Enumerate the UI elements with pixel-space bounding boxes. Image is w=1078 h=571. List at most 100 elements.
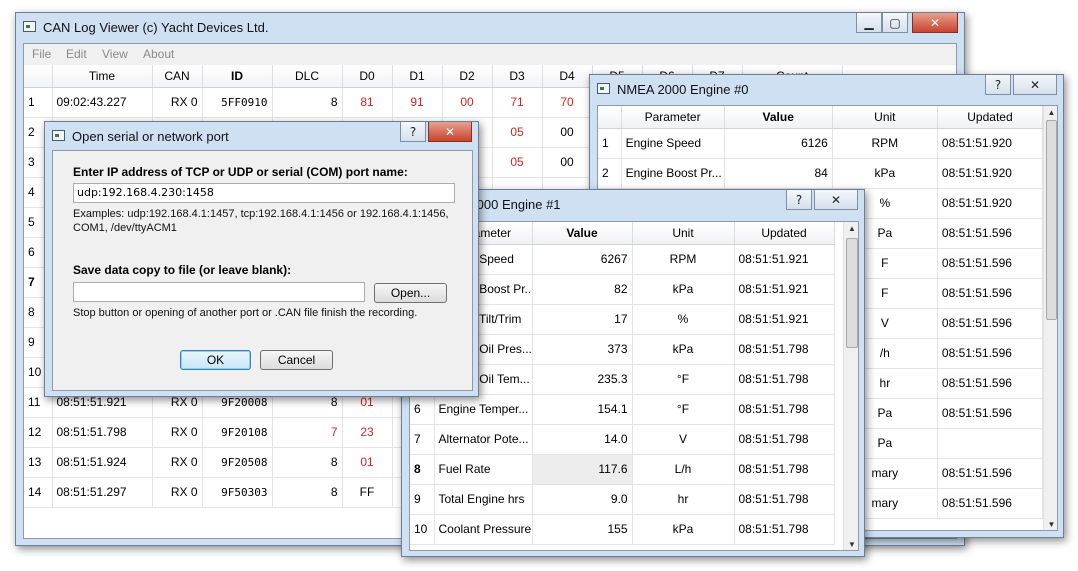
parameter-cell: Total Engine hrs: [434, 484, 533, 515]
unit-cell: %: [632, 304, 735, 335]
column-header[interactable]: Unit: [832, 106, 938, 129]
updated-cell: 08:51:51.596: [937, 338, 1044, 369]
id-cell: 9F20108: [202, 417, 273, 448]
engine1-scrollbar[interactable]: ▲ ▼: [843, 222, 858, 550]
scroll-up-icon[interactable]: ▲: [844, 222, 858, 236]
close-icon[interactable]: ✕: [428, 122, 472, 142]
column-header[interactable]: Updated: [734, 222, 835, 245]
column-header[interactable]: ID: [202, 65, 273, 88]
unit-cell: °F: [632, 364, 735, 395]
updated-cell: 08:51:51.596: [937, 458, 1044, 489]
updated-cell: [937, 428, 1044, 459]
menu-edit[interactable]: Edit: [66, 47, 87, 61]
unit-cell: kPa: [632, 274, 735, 305]
data-byte-cell: 23: [342, 417, 393, 448]
help-icon[interactable]: ?: [985, 75, 1011, 95]
updated-cell: 08:51:51.798: [734, 514, 835, 545]
column-header[interactable]: D3: [492, 65, 543, 88]
row-number: 1: [598, 128, 622, 159]
column-header[interactable]: CAN: [152, 65, 203, 88]
scroll-down-icon[interactable]: ▼: [1044, 518, 1057, 530]
can-cell: RX 0: [152, 87, 203, 118]
parameter-cell: Fuel Rate: [434, 454, 533, 485]
app-window-icon: [52, 130, 65, 141]
scroll-thumb[interactable]: [1046, 120, 1057, 320]
examples-text: Examples: udp:192.168.4.1:1457, tcp:192.…: [73, 208, 449, 234]
column-header[interactable]: D0: [342, 65, 393, 88]
address-input[interactable]: udp:192.168.4.230:1458: [73, 183, 455, 203]
maximize-icon[interactable]: ▢: [882, 13, 908, 33]
main-titlebar[interactable]: CAN Log Viewer (c) Yacht Devices Ltd. ▁ …: [16, 13, 964, 41]
unit-cell: kPa: [632, 514, 735, 545]
help-icon[interactable]: ?: [400, 122, 426, 142]
menu-about[interactable]: About: [143, 47, 174, 61]
column-header[interactable]: D2: [442, 65, 493, 88]
value-cell: 154.1: [532, 394, 633, 425]
unit-cell: RPM: [832, 128, 938, 159]
column-header[interactable]: D4: [542, 65, 593, 88]
updated-cell: 08:51:51.798: [734, 364, 835, 395]
value-cell: 117.6: [532, 454, 633, 485]
parameter-cell: Alternator Pote...: [434, 424, 533, 455]
unit-cell: °F: [632, 394, 735, 425]
address-label: Enter IP address of TCP or UDP or serial…: [73, 165, 408, 179]
dlc-cell: 8: [272, 477, 343, 508]
updated-cell: 08:51:51.596: [937, 278, 1044, 309]
table-row[interactable]: 6 Engine Temper... 154.1 °F 08:51:51.798: [410, 394, 835, 425]
row-number: 14: [24, 477, 53, 508]
row-number: 7: [410, 424, 435, 455]
dialog-titlebar[interactable]: Open serial or network port ? ✕: [45, 122, 478, 150]
table-row[interactable]: 9 Total Engine hrs 9.0 hr 08:51:51.798: [410, 484, 835, 515]
save-file-input[interactable]: [73, 282, 365, 302]
dlc-cell: 8: [272, 87, 343, 118]
scroll-up-icon[interactable]: ▲: [1044, 106, 1057, 120]
row-number-header: [598, 106, 622, 129]
column-header[interactable]: Time: [52, 65, 153, 88]
row-number: 2: [598, 158, 622, 189]
column-header[interactable]: Unit: [632, 222, 735, 245]
unit-cell: V: [632, 424, 735, 455]
engine0-scrollbar[interactable]: ▲ ▼: [1043, 106, 1057, 530]
value-cell: 9.0: [532, 484, 633, 515]
scroll-down-icon[interactable]: ▼: [844, 538, 858, 550]
row-number: 10: [410, 514, 435, 545]
save-file-label: Save data copy to file (or leave blank):: [73, 263, 292, 277]
can-cell: RX 0: [152, 417, 203, 448]
column-header[interactable]: Value: [724, 106, 833, 129]
updated-cell: 08:51:51.596: [937, 488, 1044, 519]
table-row[interactable]: 8 Fuel Rate 117.6 L/h 08:51:51.798: [410, 454, 835, 485]
parameter-cell: Coolant Pressure: [434, 514, 533, 545]
engine0-titlebar[interactable]: NMEA 2000 Engine #0 ? ✕: [590, 75, 1063, 103]
time-cell: 08:51:51.924: [52, 447, 153, 478]
menu-view[interactable]: View: [102, 47, 128, 61]
id-cell: 9F20508: [202, 447, 273, 478]
updated-cell: 08:51:51.596: [937, 308, 1044, 339]
table-row[interactable]: 7 Alternator Pote... 14.0 V 08:51:51.798: [410, 424, 835, 455]
table-row[interactable]: 2 Engine Boost Pr... 84 kPa 08:51:51.920: [598, 158, 1044, 189]
cancel-button[interactable]: Cancel: [260, 350, 333, 370]
value-cell: 6267: [532, 244, 633, 275]
value-cell: 6126: [724, 128, 833, 159]
unit-cell: kPa: [832, 158, 938, 189]
ok-button[interactable]: OK: [180, 350, 251, 370]
column-header[interactable]: DLC: [272, 65, 343, 88]
column-header[interactable]: Parameter: [621, 106, 725, 129]
close-icon[interactable]: ✕: [912, 13, 958, 33]
menu-file[interactable]: File: [32, 47, 51, 61]
time-cell: 08:51:51.297: [52, 477, 153, 508]
table-row[interactable]: 10 Coolant Pressure 155 kPa 08:51:51.798: [410, 514, 835, 545]
close-icon[interactable]: ✕: [1013, 75, 1057, 95]
open-file-button[interactable]: Open...: [374, 283, 447, 303]
scroll-thumb[interactable]: [846, 238, 858, 348]
updated-cell: 08:51:51.596: [937, 368, 1044, 399]
help-icon[interactable]: ?: [786, 190, 812, 210]
parameter-cell: Engine Speed: [621, 128, 725, 159]
updated-cell: 08:51:51.920: [937, 158, 1044, 189]
column-header[interactable]: Updated: [937, 106, 1044, 129]
column-header[interactable]: Value: [532, 222, 633, 245]
table-row[interactable]: 1 Engine Speed 6126 RPM 08:51:51.920: [598, 128, 1044, 159]
dialog-title: Open serial or network port: [72, 129, 229, 144]
column-header[interactable]: D1: [392, 65, 443, 88]
minimize-icon[interactable]: ▁: [856, 13, 882, 33]
close-icon[interactable]: ✕: [814, 190, 858, 210]
